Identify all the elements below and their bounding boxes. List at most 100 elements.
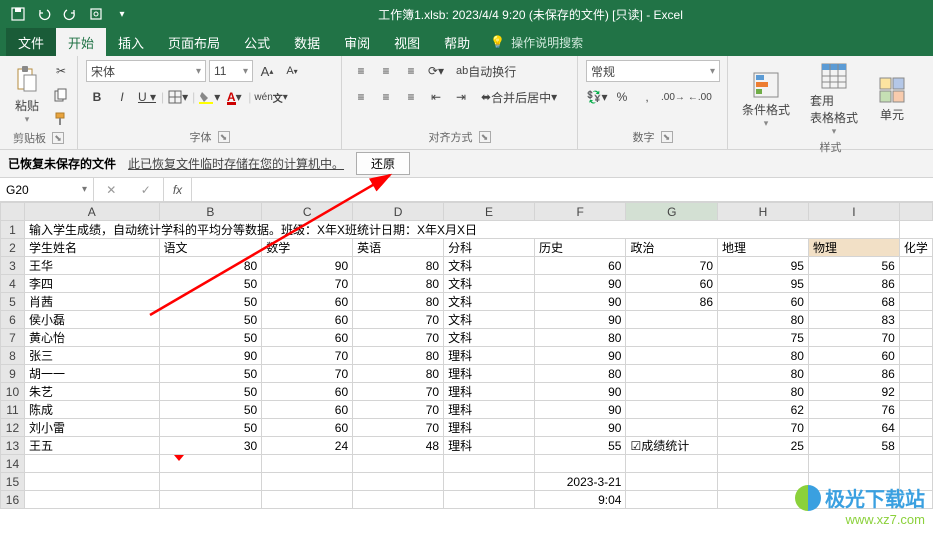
- align-bottom-icon[interactable]: ≡: [400, 60, 422, 82]
- cell[interactable]: 60: [262, 401, 353, 419]
- increase-indent-icon[interactable]: ⇥: [450, 86, 472, 108]
- underline-icon[interactable]: U ▾: [136, 86, 158, 108]
- cell[interactable]: 英语: [353, 239, 444, 257]
- cell[interactable]: 80: [718, 311, 809, 329]
- cell[interactable]: [626, 473, 718, 491]
- cell[interactable]: 文科: [444, 257, 535, 275]
- cell[interactable]: [899, 365, 932, 383]
- cell[interactable]: [353, 473, 444, 491]
- number-format-select[interactable]: 常规▾: [586, 60, 720, 82]
- cell[interactable]: [626, 383, 718, 401]
- cell[interactable]: [626, 329, 718, 347]
- comma-icon[interactable]: ,: [636, 86, 658, 108]
- column-header[interactable]: D: [353, 203, 444, 221]
- row-header[interactable]: 16: [1, 491, 25, 509]
- cell[interactable]: 化学: [899, 239, 932, 257]
- paste-button[interactable]: 粘贴 ▾: [8, 63, 46, 127]
- cell[interactable]: [24, 473, 159, 491]
- number-launcher[interactable]: ⬊: [661, 131, 673, 143]
- align-left-icon[interactable]: ≡: [350, 86, 372, 108]
- cell[interactable]: 95: [718, 257, 809, 275]
- cell[interactable]: 70: [353, 311, 444, 329]
- cell[interactable]: 文科: [444, 293, 535, 311]
- cell[interactable]: [262, 491, 353, 509]
- cell[interactable]: 70: [262, 347, 353, 365]
- cancel-icon[interactable]: ✕: [106, 183, 116, 197]
- cell[interactable]: 80: [534, 329, 625, 347]
- preview-icon[interactable]: [84, 3, 108, 25]
- cell[interactable]: 68: [808, 293, 899, 311]
- cell[interactable]: 90: [534, 383, 625, 401]
- row-header[interactable]: 10: [1, 383, 25, 401]
- row-header[interactable]: 15: [1, 473, 25, 491]
- tell-me-search[interactable]: 💡 操作说明搜索: [482, 28, 591, 56]
- cell[interactable]: 90: [534, 401, 625, 419]
- cell[interactable]: 输入学生成绩，自动统计学科的平均分等数据。班级：X年X班统计日期：X年X月X日: [24, 221, 899, 239]
- fx-icon[interactable]: fx: [164, 178, 192, 201]
- column-header[interactable]: F: [534, 203, 625, 221]
- restore-button[interactable]: 还原: [356, 152, 410, 175]
- qat-dropdown-icon[interactable]: ▾: [110, 3, 134, 25]
- cell[interactable]: [353, 455, 444, 473]
- cell[interactable]: 胡一一: [24, 365, 159, 383]
- menu-layout[interactable]: 页面布局: [156, 28, 232, 56]
- align-top-icon[interactable]: ≡: [350, 60, 372, 82]
- menu-file[interactable]: 文件: [6, 28, 56, 56]
- column-header[interactable]: E: [444, 203, 535, 221]
- cell[interactable]: 理科: [444, 383, 535, 401]
- bold-icon[interactable]: B: [86, 86, 108, 108]
- cell[interactable]: 60: [534, 257, 625, 275]
- align-right-icon[interactable]: ≡: [400, 86, 422, 108]
- cell[interactable]: 30: [159, 437, 262, 455]
- cell[interactable]: [534, 455, 625, 473]
- cell[interactable]: [262, 473, 353, 491]
- cell[interactable]: 王五: [24, 437, 159, 455]
- italic-icon[interactable]: I: [111, 86, 133, 108]
- formula-input[interactable]: [192, 178, 933, 201]
- cell[interactable]: 50: [159, 419, 262, 437]
- cell[interactable]: 48: [353, 437, 444, 455]
- cell[interactable]: 80: [718, 347, 809, 365]
- cell[interactable]: 理科: [444, 347, 535, 365]
- cell[interactable]: 80: [159, 257, 262, 275]
- decrease-font-icon[interactable]: A▾: [281, 60, 303, 82]
- cell[interactable]: [899, 437, 932, 455]
- cell[interactable]: [444, 473, 535, 491]
- cell[interactable]: [24, 491, 159, 509]
- column-header[interactable]: B: [159, 203, 262, 221]
- conditional-format-button[interactable]: 条件格式▾: [736, 69, 796, 131]
- cell[interactable]: 25: [718, 437, 809, 455]
- cell[interactable]: 80: [718, 365, 809, 383]
- cell[interactable]: 80: [353, 365, 444, 383]
- font-color-icon[interactable]: A▾: [223, 86, 245, 108]
- row-header[interactable]: 2: [1, 239, 25, 257]
- cell[interactable]: 60: [262, 419, 353, 437]
- cell[interactable]: [899, 257, 932, 275]
- format-painter-icon[interactable]: [50, 108, 72, 130]
- cell[interactable]: 80: [534, 365, 625, 383]
- cell[interactable]: [626, 365, 718, 383]
- cell[interactable]: 80: [718, 383, 809, 401]
- clipboard-launcher[interactable]: ⬊: [52, 132, 64, 144]
- cell[interactable]: 64: [808, 419, 899, 437]
- cell[interactable]: 86: [808, 365, 899, 383]
- cell[interactable]: [24, 455, 159, 473]
- menu-insert[interactable]: 插入: [106, 28, 156, 56]
- cell[interactable]: [899, 293, 932, 311]
- cell[interactable]: 60: [262, 383, 353, 401]
- save-icon[interactable]: [6, 3, 30, 25]
- cell[interactable]: 80: [353, 275, 444, 293]
- cell[interactable]: [899, 275, 932, 293]
- cell[interactable]: 80: [353, 257, 444, 275]
- cell[interactable]: 理科: [444, 437, 535, 455]
- cell[interactable]: 70: [808, 329, 899, 347]
- align-launcher[interactable]: ⬊: [479, 131, 491, 143]
- cell[interactable]: 朱艺: [24, 383, 159, 401]
- cell[interactable]: [626, 455, 718, 473]
- orientation-icon[interactable]: ⟳▾: [425, 60, 447, 82]
- cell[interactable]: 76: [808, 401, 899, 419]
- cell[interactable]: 86: [808, 275, 899, 293]
- cell[interactable]: 62: [718, 401, 809, 419]
- format-as-table-button[interactable]: 套用 表格格式▾: [804, 60, 864, 139]
- cell[interactable]: 90: [534, 419, 625, 437]
